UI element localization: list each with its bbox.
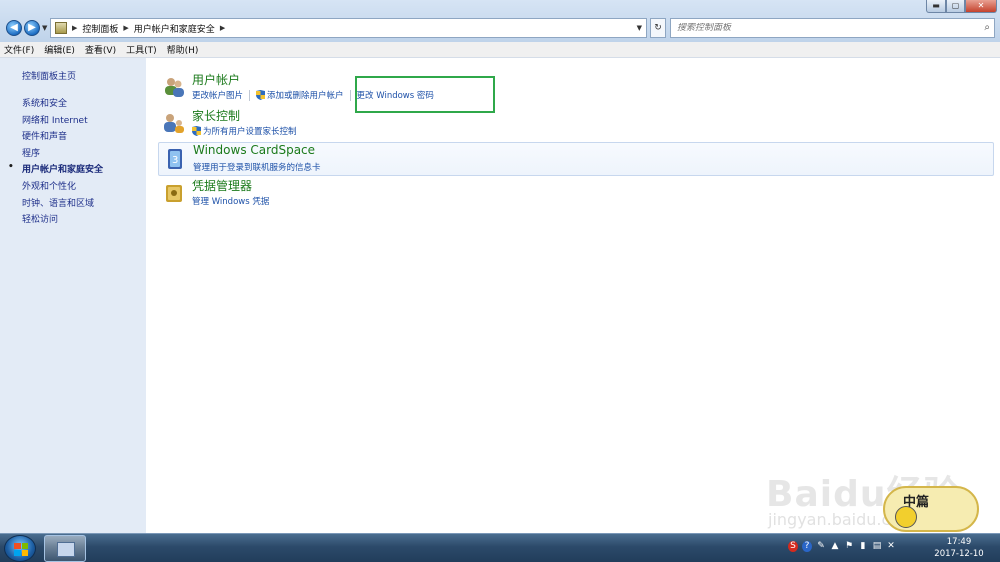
sidebar: 控制面板主页 系统和安全 网络和 Internet 硬件和声音 程序 • 用户帐户…	[0, 58, 146, 533]
clock-date: 2017-12-10	[934, 549, 984, 559]
uac-shield-icon	[192, 126, 201, 136]
address-bar[interactable]: ▶ 控制面板 ▶ 用户帐户和家庭安全 ▶ ▼	[50, 18, 647, 38]
breadcrumb-control-panel[interactable]: 控制面板	[82, 22, 118, 35]
refresh-button[interactable]: ↻	[650, 18, 666, 38]
menu-edit[interactable]: 编辑(E)	[44, 43, 75, 56]
category-title[interactable]: 凭据管理器	[192, 177, 252, 194]
address-dropdown-icon[interactable]: ▼	[637, 24, 642, 32]
category-links: 管理 Windows 凭据	[192, 195, 269, 207]
category-parental-controls: 家长控制 为所有用户设置家长控制	[158, 107, 994, 141]
change-account-picture-link[interactable]: 更改帐户图片	[192, 89, 243, 101]
breadcrumb-separator-icon[interactable]: ▶	[72, 24, 77, 32]
current-bullet-icon: •	[8, 162, 14, 173]
add-remove-accounts-link[interactable]: 添加或删除用户帐户	[267, 89, 344, 101]
help-icon[interactable]: ?	[802, 541, 812, 552]
sidebar-item-hardware[interactable]: 硬件和声音	[22, 129, 146, 146]
search-icon[interactable]: ⌕	[984, 22, 990, 33]
category-cardspace: 3 Windows CardSpace 管理用于登录到联机服务的信息卡	[158, 142, 994, 176]
users-icon	[165, 78, 184, 97]
cardspace-icon: 3	[168, 149, 182, 169]
sidebar-item-user-accounts[interactable]: • 用户帐户和家庭安全	[8, 162, 146, 179]
tray-expand-icon[interactable]: ▲	[830, 541, 840, 552]
sidebar-item-system-security[interactable]: 系统和安全	[22, 96, 146, 113]
title-bar: ▬ ▢ ✕ ◀ ▶ ▼ ▶ 控制面板 ▶ 用户帐户和家庭安全 ▶ ▼ ↻ ⌕	[0, 0, 1000, 42]
clock-time: 17:49	[946, 537, 972, 547]
link-divider	[349, 89, 351, 101]
sidebar-item-appearance[interactable]: 外观和个性化	[22, 179, 146, 196]
sidebar-home-link[interactable]: 控制面板主页	[22, 69, 146, 82]
set-parental-controls-link[interactable]: 为所有用户设置家长控制	[203, 125, 297, 137]
search-input[interactable]	[677, 23, 967, 33]
control-panel-icon	[55, 22, 67, 34]
category-links: 为所有用户设置家长控制	[192, 125, 297, 137]
menu-file[interactable]: 文件(F)	[4, 43, 34, 56]
parental-controls-icon	[164, 114, 184, 133]
sidebar-item-ease-of-access[interactable]: 轻松访问	[22, 212, 146, 229]
sidebar-item-label: 用户帐户和家庭安全	[22, 165, 104, 176]
volume-muted-icon[interactable]: ✕	[886, 541, 896, 552]
taskbar: S ? ✎ ▲ ⚑ ▮ ▤ ✕ 17:49 2017-12-10	[0, 533, 1000, 562]
pen-icon[interactable]: ✎	[816, 541, 826, 552]
maximize-button[interactable]: ▢	[946, 0, 965, 13]
forward-button[interactable]: ▶	[24, 20, 40, 36]
menu-help[interactable]: 帮助(H)	[167, 43, 199, 56]
watermark-badge: 中篇	[883, 486, 979, 532]
manage-windows-credentials-link[interactable]: 管理 Windows 凭据	[192, 195, 269, 207]
taskbar-clock[interactable]: 17:49 2017-12-10	[924, 536, 994, 560]
breadcrumb-separator-icon[interactable]: ▶	[123, 24, 128, 32]
action-center-flag-icon[interactable]: ⚑	[844, 541, 854, 552]
breadcrumb-separator-icon[interactable]: ▶	[220, 24, 225, 32]
recent-pages-dropdown-icon[interactable]: ▼	[42, 24, 47, 32]
mascot-icon	[895, 506, 917, 528]
sogou-ime-icon[interactable]: S	[788, 541, 798, 552]
taskbar-control-panel-button[interactable]	[44, 535, 86, 562]
back-button[interactable]: ◀	[6, 20, 22, 36]
network-icon[interactable]: ▮	[858, 541, 868, 552]
uac-shield-icon	[256, 90, 266, 100]
start-button[interactable]	[4, 535, 36, 562]
svg-text:3: 3	[172, 155, 178, 166]
sidebar-item-programs[interactable]: 程序	[22, 146, 146, 163]
category-title[interactable]: 家长控制	[192, 107, 240, 124]
menu-view[interactable]: 查看(V)	[85, 43, 116, 56]
credential-vault-icon	[166, 185, 182, 202]
menu-tools[interactable]: 工具(T)	[126, 43, 157, 56]
close-button[interactable]: ✕	[965, 0, 997, 13]
highlight-annotation-box	[355, 76, 495, 113]
control-panel-window-icon	[57, 542, 75, 557]
windows-logo-icon	[14, 543, 28, 556]
sidebar-item-network[interactable]: 网络和 Internet	[22, 113, 146, 130]
category-links: 管理用于登录到联机服务的信息卡	[193, 161, 321, 173]
main-content: 用户帐户 更改帐户图片 添加或删除用户帐户 更改 Windows 密码 家长控制…	[146, 58, 1000, 533]
manage-info-cards-link[interactable]: 管理用于登录到联机服务的信息卡	[193, 161, 321, 173]
link-divider	[249, 89, 251, 101]
breadcrumb-user-accounts[interactable]: 用户帐户和家庭安全	[134, 22, 215, 35]
category-user-accounts: 用户帐户 更改帐户图片 添加或删除用户帐户 更改 Windows 密码	[158, 71, 994, 105]
category-credential-manager: 凭据管理器 管理 Windows 凭据	[158, 177, 994, 211]
menu-bar: 文件(F) 编辑(E) 查看(V) 工具(T) 帮助(H)	[0, 42, 1000, 58]
system-tray: S ? ✎ ▲ ⚑ ▮ ▤ ✕	[788, 541, 896, 552]
clipboard-icon[interactable]: ▤	[872, 541, 882, 552]
search-box[interactable]: ⌕	[670, 18, 995, 38]
minimize-button[interactable]: ▬	[926, 0, 946, 13]
category-title[interactable]: 用户帐户	[192, 71, 240, 88]
sidebar-item-clock-region[interactable]: 时钟、语言和区域	[22, 196, 146, 213]
category-title[interactable]: Windows CardSpace	[193, 143, 315, 157]
